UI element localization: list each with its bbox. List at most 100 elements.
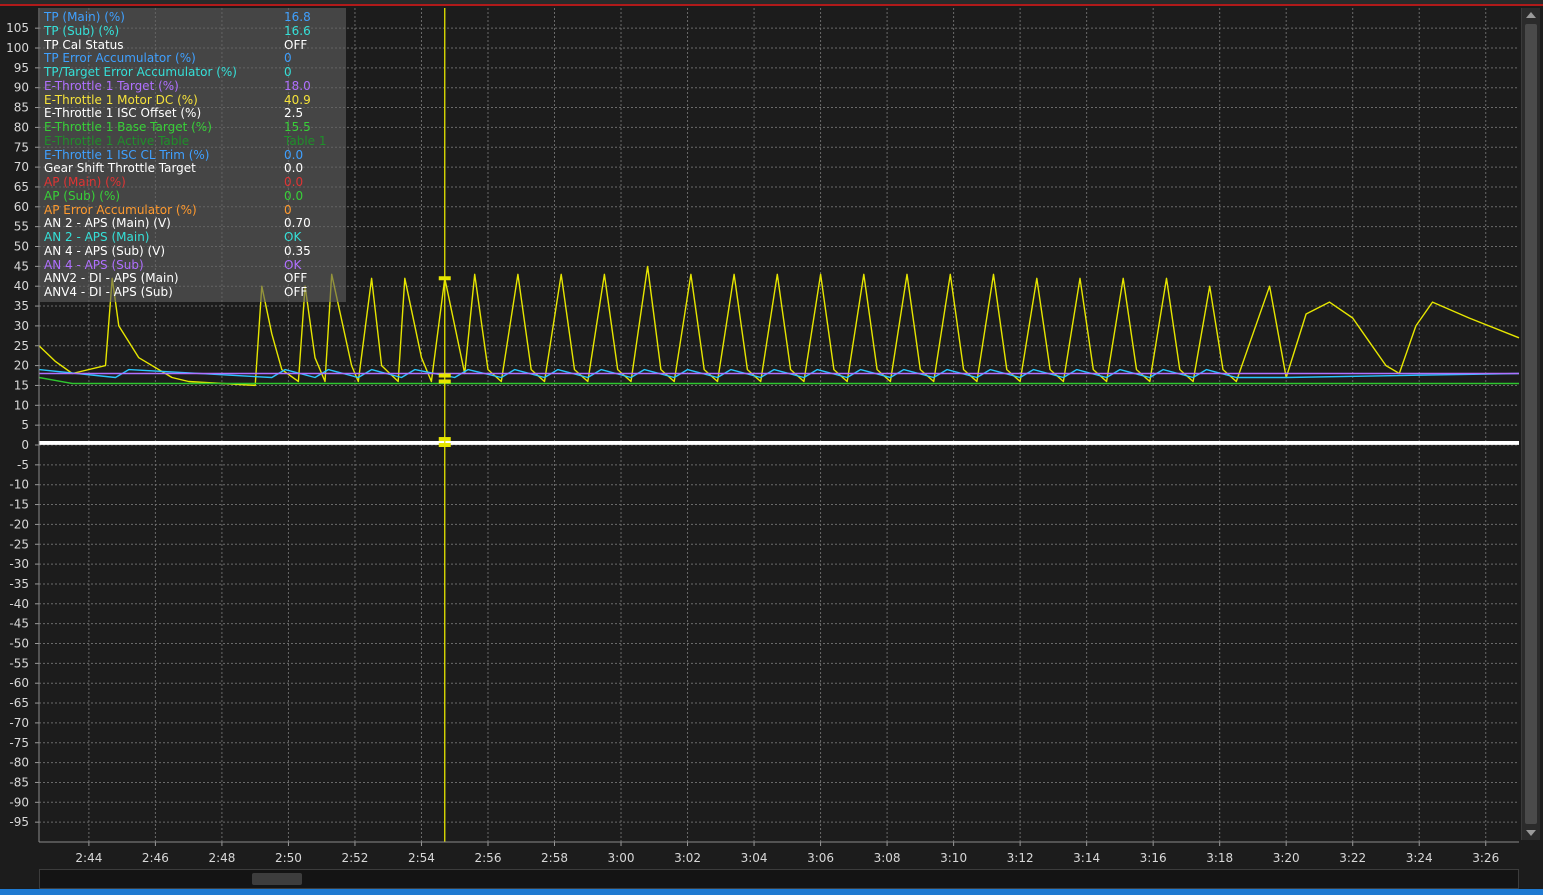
x-tick-label: 2:50: [275, 851, 302, 865]
y-tick-label: -45: [9, 617, 29, 631]
cursor-marker: [438, 379, 451, 384]
y-tick-label: -55: [9, 656, 29, 670]
legend-channel-name: AP Error Accumulator (%): [44, 202, 197, 217]
y-tick-label: 100: [6, 41, 29, 55]
legend-channel-value: 0.0: [284, 147, 304, 162]
legend-channel-name: E-Throttle 1 Base Target (%): [44, 120, 212, 134]
y-tick-label: -60: [9, 676, 29, 690]
legend-row[interactable]: E-Throttle 1 ISC Offset (%) 2.5: [44, 106, 344, 120]
legend-row[interactable]: Gear Shift Throttle Target 0.0: [44, 161, 344, 175]
legend-channel-name: TP/Target Error Accumulator (%): [44, 65, 237, 79]
y-tick-label: -10: [9, 478, 29, 492]
x-tick-label: 2:52: [341, 851, 368, 865]
legend-row[interactable]: E-Throttle 1 Motor DC (%) 40.9: [44, 93, 344, 107]
vertical-scrollbar[interactable]: [1521, 8, 1540, 840]
legend-row[interactable]: AN 2 - APS (Main) OK: [44, 230, 344, 244]
legend-row[interactable]: E-Throttle 1 Base Target (%) 15.5: [44, 120, 344, 134]
y-tick-label: -5: [17, 458, 29, 472]
legend-channel-value: Table 1: [284, 133, 327, 148]
y-tick-label: -25: [9, 537, 29, 551]
y-tick-label: 0: [21, 438, 29, 452]
legend-channel-name: E-Throttle 1 ISC CL Trim (%): [44, 147, 210, 162]
x-tick-label: 2:54: [408, 851, 435, 865]
channel-legend: TP (Main) (%) 16.8 TP (Sub) (%) 16.6 TP Cal …: [40, 8, 346, 302]
y-tick-label: 35: [14, 299, 29, 313]
legend-row[interactable]: AP (Sub) (%) 0.0: [44, 189, 344, 203]
x-tick-label: 3:08: [874, 851, 901, 865]
legend-channel-name: TP Error Accumulator (%): [44, 51, 196, 66]
legend-channel-name: E-Throttle 1 ISC Offset (%): [44, 106, 202, 121]
legend-row[interactable]: AN 4 - APS (Sub) (V) 0.35: [44, 244, 344, 258]
y-tick-label: 5: [21, 418, 29, 432]
legend-channel-value: 0.0: [284, 188, 304, 203]
legend-row[interactable]: TP/Target Error Accumulator (%) 0: [44, 65, 344, 79]
y-tick-label: -95: [9, 815, 29, 829]
legend-channel-name: E-Throttle 1 Motor DC (%): [44, 92, 198, 107]
x-tick-label: 3:22: [1339, 851, 1366, 865]
legend-channel-value: 0.0: [284, 161, 304, 176]
legend-channel-value: 0.70: [284, 216, 311, 231]
legend-row[interactable]: TP Error Accumulator (%) 0: [44, 51, 344, 65]
y-tick-label: -20: [9, 517, 29, 531]
x-tick-label: 3:20: [1273, 851, 1300, 865]
legend-channel-value: 16.8: [284, 10, 311, 24]
legend-row[interactable]: AN 2 - APS (Main) (V) 0.70: [44, 216, 344, 230]
y-tick-label: 30: [14, 319, 29, 333]
legend-row[interactable]: E-Throttle 1 Active Table Table 1: [44, 134, 344, 148]
x-tick-label: 3:04: [741, 851, 768, 865]
horizontal-scrollbar-thumb[interactable]: [252, 873, 302, 885]
legend-channel-name: Gear Shift Throttle Target: [44, 161, 196, 176]
legend-row[interactable]: TP Cal Status OFF: [44, 38, 344, 52]
legend-channel-name: AP (Main) (%): [44, 175, 126, 189]
y-tick-label: -50: [9, 637, 29, 651]
y-tick-label: 70: [14, 160, 29, 174]
legend-row[interactable]: TP (Main) (%) 16.8: [44, 10, 344, 24]
y-tick-label: 40: [14, 279, 29, 293]
y-tick-label: 105: [6, 21, 29, 35]
legend-channel-value: 0: [284, 51, 292, 66]
scroll-up-arrow-icon[interactable]: [1526, 12, 1536, 18]
legend-row[interactable]: TP (Sub) (%) 16.6: [44, 24, 344, 38]
legend-row[interactable]: ANV4 - DI - APS (Sub) OFF: [44, 285, 344, 299]
legend-channel-value: 16.6: [284, 23, 311, 38]
y-tick-label: 85: [14, 101, 29, 115]
y-tick-label: -80: [9, 756, 29, 770]
legend-channel-name: E-Throttle 1 Active Table: [44, 133, 190, 148]
legend-channel-value: 2.5: [284, 106, 304, 121]
legend-channel-value: OK: [284, 230, 302, 244]
legend-row[interactable]: ANV2 - DI - APS (Main) OFF: [44, 271, 344, 285]
y-tick-label: 80: [14, 120, 29, 134]
y-tick-label: -90: [9, 795, 29, 809]
legend-channel-value: 40.9: [284, 92, 311, 107]
legend-channel-value: 0: [284, 65, 292, 79]
x-tick-label: 2:46: [142, 851, 169, 865]
x-tick-label: 3:18: [1206, 851, 1233, 865]
x-tick-label: 3:00: [608, 851, 635, 865]
cursor-marker: [438, 373, 451, 378]
y-tick-label: -30: [9, 557, 29, 571]
y-tick-label: 45: [14, 259, 29, 273]
legend-row[interactable]: AP (Main) (%) 0.0: [44, 175, 344, 189]
y-tick-label: -15: [9, 498, 29, 512]
y-tick-label: 90: [14, 81, 29, 95]
status-bar: [0, 889, 1543, 895]
vertical-scrollbar-thumb[interactable]: [1525, 24, 1537, 824]
legend-channel-name: AP (Sub) (%): [44, 188, 121, 203]
legend-channel-name: ANV2 - DI - APS (Main): [44, 271, 179, 286]
legend-row[interactable]: E-Throttle 1 Target (%) 18.0: [44, 79, 344, 93]
y-tick-label: 10: [14, 398, 29, 412]
legend-row[interactable]: AN 4 - APS (Sub) OK: [44, 258, 344, 272]
x-tick-label: 2:58: [541, 851, 568, 865]
legend-channel-value: OFF: [284, 285, 308, 299]
legend-channel-value: 18.0: [284, 78, 311, 93]
scroll-down-arrow-icon[interactable]: [1526, 830, 1536, 836]
horizontal-scrollbar[interactable]: [39, 869, 1519, 889]
y-tick-label: 50: [14, 240, 29, 254]
legend-row[interactable]: E-Throttle 1 ISC CL Trim (%) 0.0: [44, 148, 344, 162]
legend-row[interactable]: AP Error Accumulator (%) 0: [44, 203, 344, 217]
legend-channel-value: OFF: [284, 271, 308, 286]
legend-channel-name: AN 4 - APS (Sub) (V): [44, 243, 166, 258]
x-tick-label: 3:10: [940, 851, 967, 865]
x-tick-label: 3:12: [1007, 851, 1034, 865]
legend-channel-value: 0: [284, 202, 292, 217]
